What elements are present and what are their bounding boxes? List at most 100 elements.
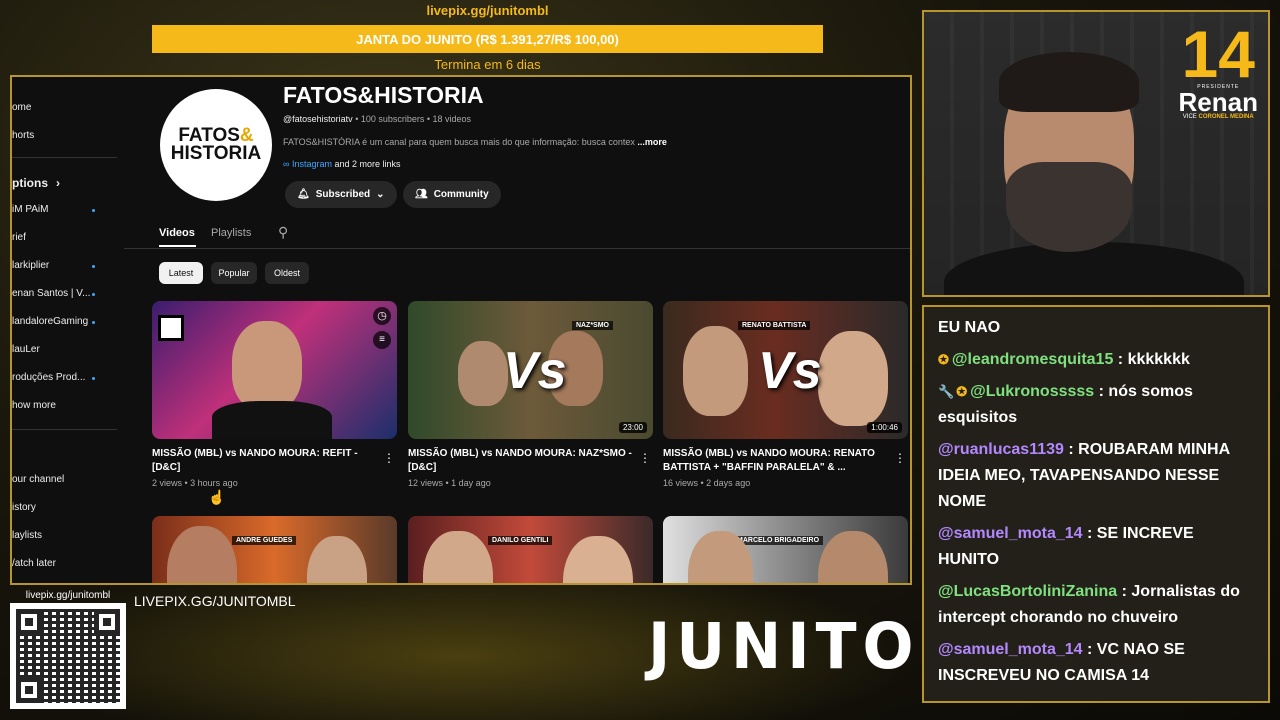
chip-oldest[interactable]: Oldest xyxy=(265,262,309,284)
video-meta: 12 views • 1 day ago xyxy=(408,478,491,488)
sidebar-item-watch-later[interactable]: /atch later xyxy=(12,558,56,569)
chat-username[interactable]: @leandromesquita15 xyxy=(952,351,1113,368)
chat-username[interactable]: @LucasBortoliniZanina xyxy=(938,583,1117,600)
sidebar-item-subscription[interactable]: lauLer xyxy=(12,344,40,355)
person-image xyxy=(818,331,888,426)
subscriber-badge-icon: ✪ xyxy=(956,384,968,399)
video-title[interactable]: MISSÃO (MBL) vs NANDO MOURA: RENATO BATT… xyxy=(663,447,908,475)
sidebar-item-label: larkiplier xyxy=(12,260,50,271)
sidebar-show-more[interactable]: how more xyxy=(12,400,56,411)
channel-avatar[interactable]: FATOS& HISTORIA xyxy=(160,89,272,201)
qr-label: livepix.gg/junitombl xyxy=(25,590,111,601)
sidebar-item-your-channel[interactable]: our channel xyxy=(12,474,64,485)
video-card[interactable]: ◷ ≡ MISSÃO (MBL) vs NANDO MOURA: REFIT -… xyxy=(152,301,397,488)
sidebar-item-label: how more xyxy=(12,400,56,411)
tabs-divider xyxy=(124,248,910,249)
sidebar-item-label: ome xyxy=(12,102,32,113)
campaign-logo-number: 14 xyxy=(1181,17,1255,91)
chat-username[interactable]: @samuel_mota_14 xyxy=(938,525,1083,542)
video-card[interactable]: NAZ*SMO Vs 23:00 MISSÃO (MBL) vs NANDO M… xyxy=(408,301,653,488)
video-title[interactable]: MISSÃO (MBL) vs NANDO MOURA: REFIT - [D&… xyxy=(152,447,397,475)
chat-messages: EU NAO ✪ @leandromesquita15 : kkkkkkk 🔧 ✪ @… xyxy=(938,315,1258,695)
person-image xyxy=(683,326,748,416)
sidebar-item-subscription[interactable]: larkiplier xyxy=(12,260,49,271)
chat-message: @samuel_mota_14 : VC NAO SE INSCREVEU NO… xyxy=(938,637,1258,689)
thumbnail-name-tag: RENATO BATTISTA xyxy=(738,321,811,330)
subscribed-button[interactable]: 🔔︎ Subscribed ⌄ xyxy=(285,181,397,208)
video-thumbnail[interactable]: ANDRE GUEDES xyxy=(152,516,397,583)
channel-description[interactable]: FATOS&HISTÓRIA é um canal para quem busc… xyxy=(283,137,703,147)
donation-goal-bar: JANTA DO JUNITO (R$ 1.391,27/R$ 100,00) xyxy=(152,25,823,53)
link-icon: ∞ xyxy=(283,159,290,169)
new-content-dot xyxy=(92,293,95,296)
chip-popular[interactable]: Popular xyxy=(211,262,257,284)
video-thumbnail[interactable]: MARCELO BRIGADEIRO xyxy=(663,516,908,583)
channel-meta: @fatosehistoriatv • 100 subscribers • 18… xyxy=(283,114,471,124)
chevron-right-icon: › xyxy=(56,176,60,190)
qr-pattern xyxy=(16,609,120,703)
chat-username[interactable]: @Lukronosssss xyxy=(970,383,1094,400)
search-icon[interactable]: ⚲ xyxy=(278,224,288,241)
new-content-dot xyxy=(92,265,95,268)
community-label: Community xyxy=(433,189,489,200)
sidebar-item-home[interactable]: ome xyxy=(12,102,31,113)
watch-later-icon[interactable]: ◷ xyxy=(373,307,391,325)
streamer-hair xyxy=(999,52,1139,112)
sidebar-item-subscriptions[interactable]: ptions › xyxy=(12,176,60,190)
more-options-icon[interactable]: ⋮ xyxy=(639,451,651,465)
sidebar-item-label: horts xyxy=(12,130,35,141)
sidebar-item-label: /atch later xyxy=(12,558,56,569)
video-title[interactable]: MISSÃO (MBL) vs NANDO MOURA: NAZ*SMO - [… xyxy=(408,447,653,475)
campaign-logo-name: Renan xyxy=(1178,87,1258,117)
new-content-dot xyxy=(92,377,95,380)
sidebar-item-subscription[interactable]: roduções Prod... xyxy=(12,372,85,383)
sidebar-divider xyxy=(12,429,117,430)
donation-qr-code xyxy=(10,603,126,709)
video-card[interactable]: ANDRE GUEDES xyxy=(152,516,397,583)
sidebar-item-label: istory xyxy=(12,502,36,513)
sidebar-item-subscription[interactable]: landaloreGaming xyxy=(12,316,88,327)
sidebar-item-shorts[interactable]: horts xyxy=(12,130,34,141)
video-thumbnail[interactable]: NAZ*SMO Vs 23:00 xyxy=(408,301,653,439)
video-card[interactable]: DANILO GENTILI xyxy=(408,516,653,583)
video-thumbnail[interactable]: ◷ ≡ xyxy=(152,301,397,439)
community-button[interactable]: 👥︎ Community xyxy=(403,181,501,208)
video-card[interactable]: MARCELO BRIGADEIRO xyxy=(663,516,908,583)
qr-finder xyxy=(94,609,120,635)
thumbnail-name-tag: DANILO GENTILI xyxy=(488,536,553,545)
moderator-wrench-icon: 🔧 xyxy=(938,384,955,399)
tab-playlists[interactable]: Playlists xyxy=(211,227,251,239)
sidebar-item-playlists[interactable]: laylists xyxy=(12,530,42,541)
person-image xyxy=(167,526,237,583)
more-options-icon[interactable]: ⋮ xyxy=(383,451,395,465)
sidebar-item-history[interactable]: istory xyxy=(12,502,36,513)
tab-videos[interactable]: Videos xyxy=(159,227,195,239)
sidebar-item-subscription[interactable]: rief xyxy=(12,232,26,243)
chat-message: @LucasBortoliniZanina : Jornalistas do i… xyxy=(938,579,1258,631)
video-card[interactable]: RENATO BATTISTA Vs 1:00:46 MISSÃO (MBL) … xyxy=(663,301,908,488)
video-meta: 2 views • 3 hours ago xyxy=(152,478,238,488)
chat-username[interactable]: @samuel_mota_14 xyxy=(938,641,1083,658)
chat-panel: EU NAO ✪ @leandromesquita15 : kkkkkkk 🔧 ✪ @… xyxy=(922,305,1270,703)
sidebar-item-subscription[interactable]: enan Santos | V... xyxy=(12,288,90,299)
more-link[interactable]: ...more xyxy=(637,137,667,147)
donation-goal-text: JANTA DO JUNITO (R$ 1.391,27/R$ 100,00) xyxy=(356,31,619,47)
versus-text: Vs xyxy=(503,342,567,400)
sidebar-item-subscription[interactable]: iM PAiM xyxy=(12,204,48,215)
add-to-queue-icon[interactable]: ≡ xyxy=(373,331,391,349)
subscriber-badge-icon: ✪ xyxy=(938,352,949,367)
more-links[interactable]: and 2 more links xyxy=(334,159,400,169)
chat-username[interactable]: @ruanlucas1139 xyxy=(938,441,1064,458)
video-thumbnail[interactable]: RENATO BATTISTA Vs 1:00:46 xyxy=(663,301,908,439)
chip-latest[interactable]: Latest xyxy=(159,262,203,284)
instagram-link[interactable]: Instagram xyxy=(292,159,332,169)
mouse-cursor-icon: ☝ xyxy=(208,489,226,505)
chat-message: @ruanlucas1139 : ROUBARAM MINHA IDEIA ME… xyxy=(938,437,1258,515)
video-duration: 1:00:46 xyxy=(867,422,902,433)
video-thumbnail[interactable]: DANILO GENTILI xyxy=(408,516,653,583)
donation-goal-deadline: Termina em 6 dias xyxy=(434,57,541,72)
streamer-beard xyxy=(1006,162,1132,252)
thumbnail-name-tag: MARCELO BRIGADEIRO xyxy=(733,536,824,545)
channel-handle: @fatosehistoriatv xyxy=(283,114,353,124)
more-options-icon[interactable]: ⋮ xyxy=(894,451,906,465)
